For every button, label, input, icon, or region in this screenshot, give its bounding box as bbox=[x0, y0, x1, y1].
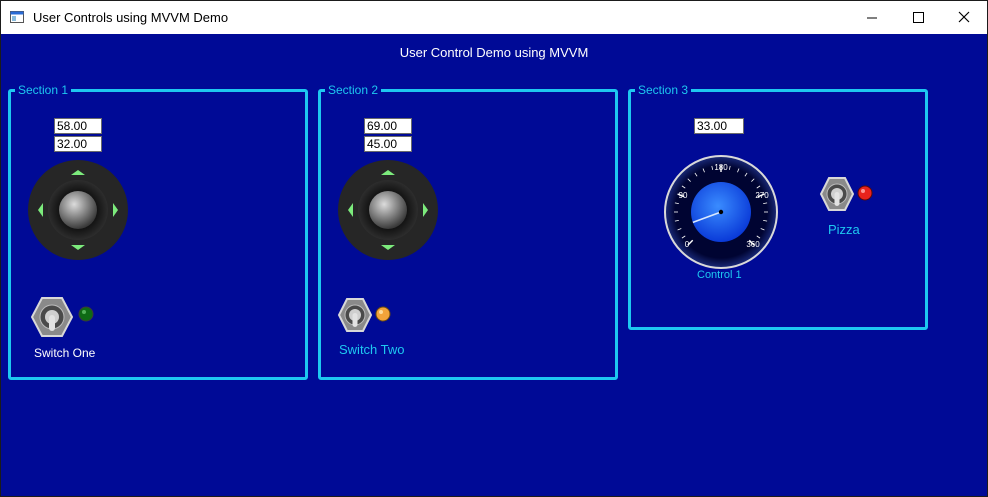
gauge-tick-label: 0 bbox=[685, 240, 690, 249]
status-led-icon bbox=[857, 185, 873, 201]
section-legend: Section 2 bbox=[325, 83, 382, 97]
joystick-knob[interactable] bbox=[59, 191, 97, 229]
maximize-icon bbox=[913, 12, 924, 23]
rotary-gauge[interactable]: 0 90 180 270 360 bbox=[663, 154, 779, 270]
maximize-button[interactable] bbox=[895, 1, 941, 34]
joystick[interactable] bbox=[27, 159, 129, 261]
gauge-label: Control 1 bbox=[697, 269, 742, 281]
close-icon bbox=[958, 11, 970, 23]
joystick[interactable] bbox=[337, 159, 439, 261]
toggle-switch-icon[interactable] bbox=[819, 176, 855, 212]
toggle-switch-icon[interactable] bbox=[337, 297, 373, 333]
gauge-tick-label: 360 bbox=[746, 240, 760, 249]
toggle-switch-icon[interactable] bbox=[31, 295, 73, 339]
minimize-icon bbox=[867, 17, 877, 19]
x-value-input[interactable]: 69.00 bbox=[364, 118, 412, 134]
joystick-knob[interactable] bbox=[369, 191, 407, 229]
section-legend: Section 1 bbox=[15, 83, 72, 97]
gauge-value-input[interactable]: 33.00 bbox=[694, 118, 744, 134]
minimize-button[interactable] bbox=[849, 1, 895, 34]
section-3: Section 3 33.00 0 90 180 270 360 Control… bbox=[628, 83, 928, 330]
window-title: User Controls using MVVM Demo bbox=[33, 10, 229, 25]
y-value-input[interactable]: 45.00 bbox=[364, 136, 412, 152]
x-value-input[interactable]: 58.00 bbox=[54, 118, 102, 134]
y-value-input[interactable]: 32.00 bbox=[54, 136, 102, 152]
gauge-tick-label: 90 bbox=[679, 191, 688, 200]
close-button[interactable] bbox=[941, 1, 987, 34]
switch-label: Pizza bbox=[828, 222, 860, 237]
section-2: Section 2 69.00 45.00 Switch Two bbox=[318, 83, 618, 380]
switch-label: Switch One bbox=[34, 346, 96, 360]
section-legend: Section 3 bbox=[635, 83, 692, 97]
page-title: User Control Demo using MVVM bbox=[399, 45, 589, 60]
status-led-icon bbox=[375, 306, 391, 322]
title-bar[interactable]: User Controls using MVVM Demo bbox=[1, 1, 987, 34]
switch-label: Switch Two bbox=[339, 342, 405, 357]
gauge-tick-label: 270 bbox=[755, 191, 769, 200]
window-app-icon bbox=[10, 11, 24, 23]
gauge-tick-label: 180 bbox=[714, 163, 728, 172]
status-led-icon bbox=[78, 306, 94, 322]
section-1: Section 1 58.00 32.00 Switch One bbox=[8, 83, 308, 380]
app-window: User Controls using MVVM Demo User Contr… bbox=[0, 0, 988, 497]
